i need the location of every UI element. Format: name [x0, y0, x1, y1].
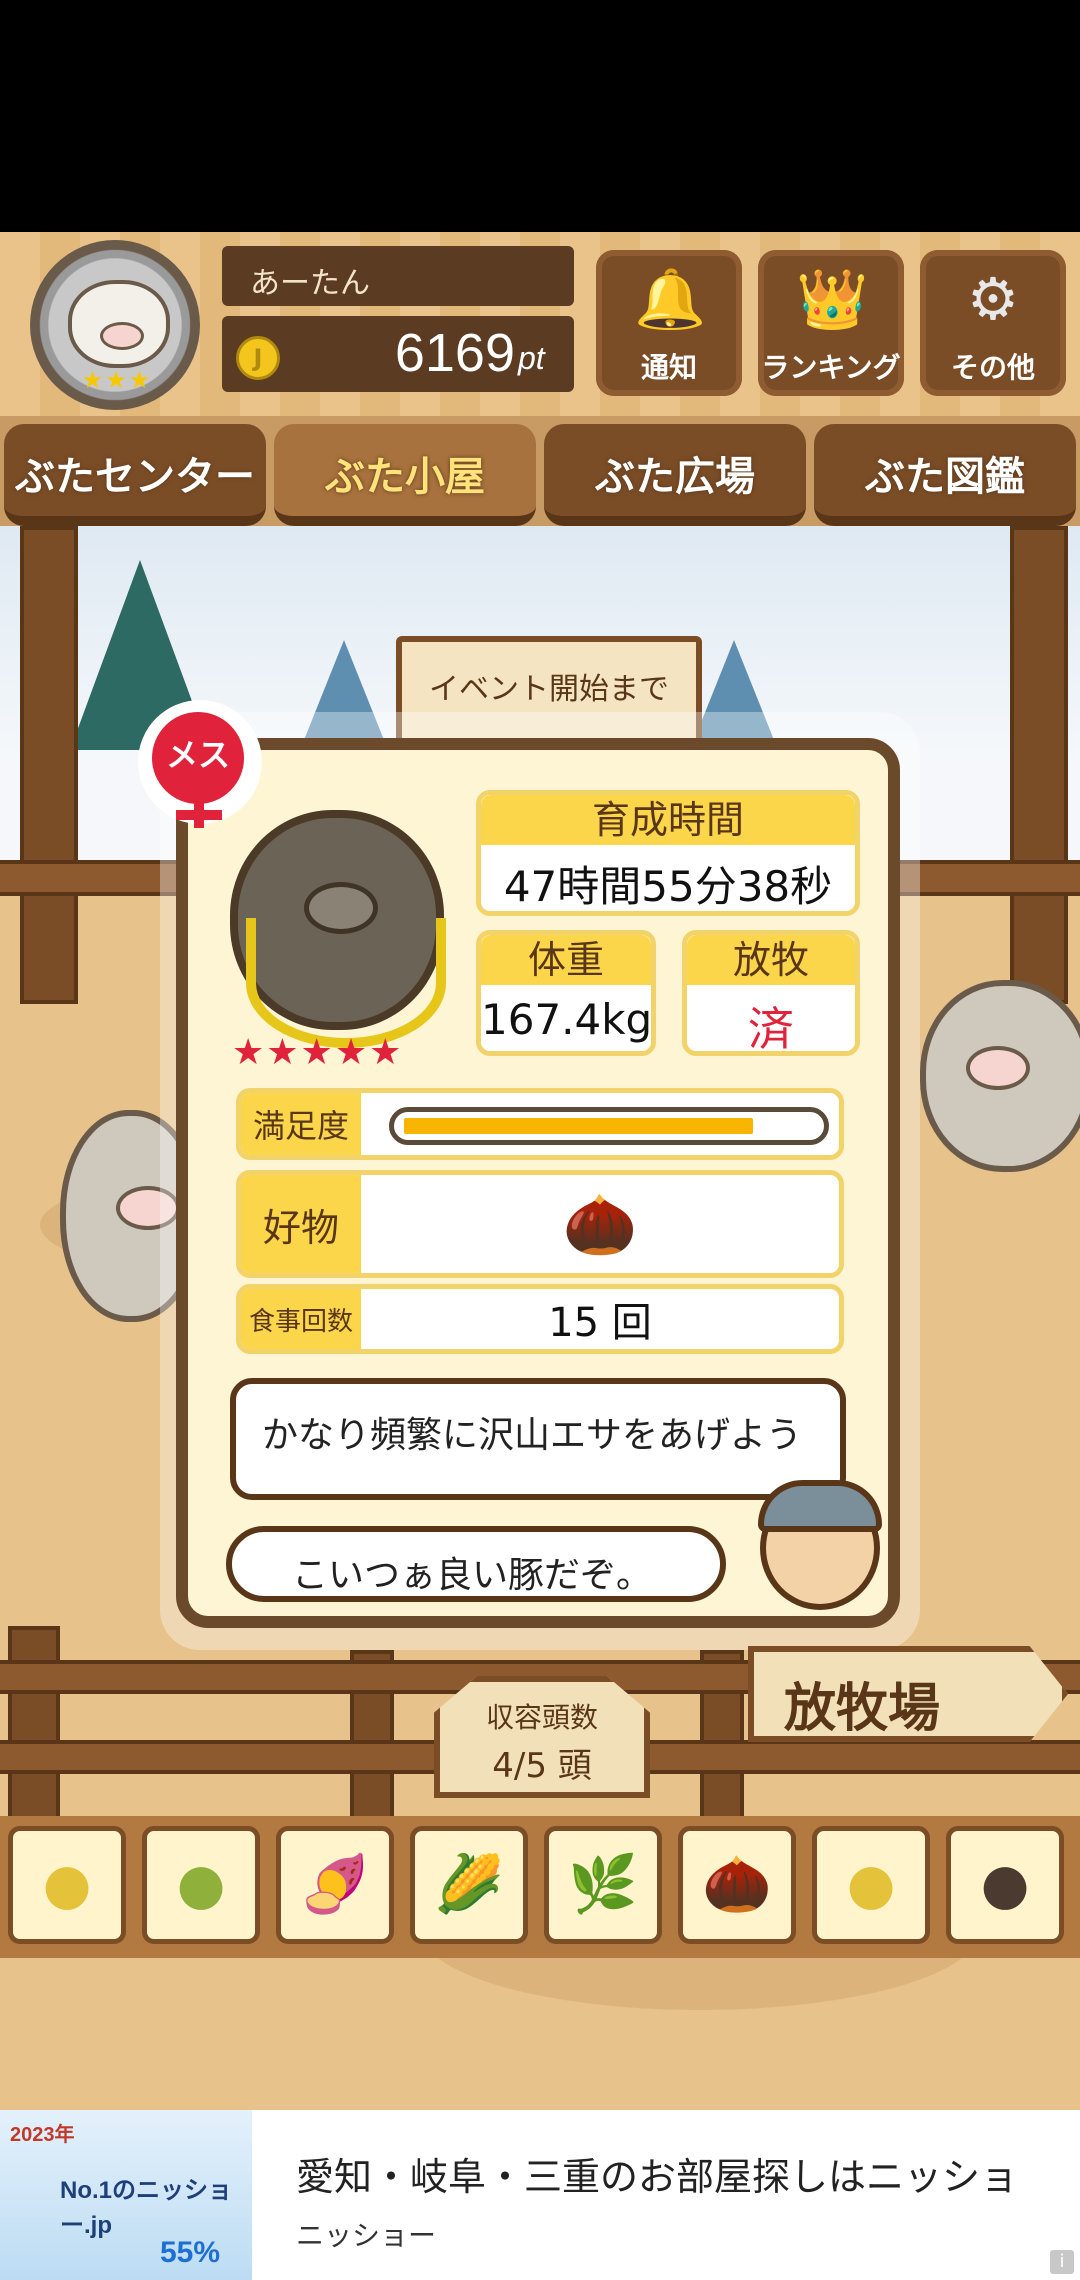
soybeans-icon: ● — [42, 1852, 92, 1917]
tab-label: ぶた広場 — [595, 454, 755, 500]
ranking-button[interactable]: 👑 ランキング — [758, 250, 904, 396]
farmer-avatar-icon — [758, 1480, 882, 1610]
fence-post — [8, 1626, 60, 1824]
ad-thumb-brand: No.1のニッショー.jp — [60, 2177, 233, 2239]
satisfaction-meter — [389, 1107, 829, 1145]
ribbon-icon — [246, 918, 446, 1048]
tab-buta-encyclopedia[interactable]: ぶた図鑑 — [814, 424, 1076, 526]
crown-icon: 👑 — [796, 265, 869, 333]
corn-icon: 🌽 — [434, 1852, 504, 1917]
food-slot-soybeans[interactable]: ● — [8, 1826, 126, 1944]
ad-title[interactable]: 愛知・岐阜・三重のお部屋探しはニッショ — [296, 2146, 1018, 2201]
mixed-beans-icon: ● — [176, 1852, 226, 1917]
food-slot-pellets[interactable]: ● — [946, 1826, 1064, 1944]
food-slot-nuts[interactable]: 🌿 — [544, 1826, 662, 1944]
grazing-field-button[interactable]: 放牧場 — [748, 1646, 1068, 1742]
points-unit: pt — [518, 340, 545, 376]
background-pig[interactable] — [920, 980, 1080, 1172]
weight-panel: 体重 167.4kg — [476, 930, 656, 1056]
avatar[interactable]: ★★★ — [30, 240, 200, 410]
female-icon: メス — [138, 700, 262, 828]
pig-face-icon — [68, 280, 170, 368]
ad-thumb-discount: 55% — [160, 2236, 221, 2269]
snout-icon — [304, 882, 378, 934]
food-slot-corn-bowl[interactable]: ● — [812, 1826, 930, 1944]
grazing-label: 放牧 — [687, 935, 855, 985]
tab-buta-hut[interactable]: ぶた小屋 — [274, 424, 536, 526]
player-name: あーたん — [250, 266, 370, 301]
acorn-icon: 🌰 — [702, 1852, 772, 1917]
advice-text: かなり頻繁に沢山エサをあげよう — [262, 1415, 803, 1456]
ad-thumbnail[interactable]: 2023年 No.1のニッショー.jp 55% — [0, 2110, 252, 2280]
ad-subtitle: ニッショー — [296, 2219, 437, 2252]
snout-icon — [966, 1046, 1030, 1090]
gender-label: メス — [165, 736, 230, 774]
snout-icon — [100, 322, 144, 350]
growth-time-label: 育成時間 — [481, 795, 855, 845]
pig-rating-stars: ★★★★★ — [232, 1032, 404, 1073]
dark-pellets-icon: ● — [980, 1852, 1030, 1917]
ad-thumb-year: 2023年 — [10, 2124, 75, 2146]
event-sign-text: イベント開始まで — [429, 672, 669, 707]
growth-time-panel: 育成時間 47時間55分38秒 — [476, 790, 860, 916]
bell-icon: 🔔 — [634, 265, 707, 333]
capacity-label: 収容頭数 — [485, 1701, 598, 1734]
satisfaction-row: 満足度 — [236, 1088, 844, 1160]
notification-button[interactable]: 🔔 通知 — [596, 250, 742, 396]
satisfaction-meter-fill — [404, 1118, 753, 1134]
comment-bubble: こいつぁ良い豚だぞ。 — [226, 1526, 726, 1602]
weight-value: 167.4kg — [481, 995, 653, 1044]
coin-icon: J — [236, 336, 280, 380]
meal-count-value: 15 回 — [548, 1300, 652, 1346]
gear-icon: ⚙ — [967, 265, 1019, 333]
tab-buta-plaza[interactable]: ぶた広場 — [544, 424, 806, 526]
food-slot-acorn[interactable]: 🌰 — [678, 1826, 796, 1944]
weight-label: 体重 — [481, 935, 651, 985]
tab-label: ぶた図鑑 — [865, 454, 1025, 500]
growth-time-value: 47時間55分38秒 — [503, 862, 833, 911]
fence-post — [1010, 526, 1068, 1004]
tab-label: ぶた小屋 — [325, 454, 485, 500]
fence-post — [20, 526, 78, 1004]
player-name-box: あーたん — [222, 246, 574, 306]
advice-bubble: かなり頻繁に沢山エサをあげよう — [230, 1378, 846, 1500]
favorite-food-row: 好物 🌰 — [236, 1170, 844, 1278]
food-slot-mixed-beans[interactable]: ● — [142, 1826, 260, 1944]
meal-count-row: 食事回数 15 回 — [236, 1284, 844, 1354]
rank-stars: ★★★ — [81, 366, 153, 394]
meal-count-label: 食事回数 — [241, 1289, 361, 1349]
favorite-label: 好物 — [241, 1175, 361, 1273]
comment-text: こいつぁ良い豚だぞ。 — [292, 1555, 653, 1596]
other-label: その他 — [950, 351, 1035, 384]
info-icon[interactable]: i — [1050, 2250, 1074, 2274]
notification-label: 通知 — [640, 351, 697, 384]
acorn-icon: 🌰 — [562, 1189, 638, 1260]
tab-label: ぶたセンター — [15, 454, 255, 500]
capacity-sign: 収容頭数 4/5 頭 — [434, 1676, 650, 1798]
points-value: 6169 — [394, 323, 515, 383]
other-button[interactable]: ⚙ その他 — [920, 250, 1066, 396]
sweet-potato-icon: 🍠 — [300, 1852, 370, 1917]
tab-buta-center[interactable]: ぶたセンター — [4, 424, 266, 526]
food-slot-sweet-potato[interactable]: 🍠 — [276, 1826, 394, 1944]
farmer-cap-icon — [758, 1480, 882, 1532]
food-slot-corn[interactable]: 🌽 — [410, 1826, 528, 1944]
pig-portrait — [230, 810, 446, 1048]
grazing-value: 済 — [748, 1002, 794, 1056]
status-bar-area — [0, 0, 1080, 232]
female-symbol-cross — [176, 810, 222, 820]
corn-bowl-icon: ● — [846, 1852, 896, 1917]
ranking-label: ランキング — [761, 351, 901, 384]
grazing-panel: 放牧 済 — [682, 930, 860, 1056]
nuts-leaves-icon: 🌿 — [568, 1852, 638, 1917]
satisfaction-label: 満足度 — [241, 1093, 361, 1155]
capacity-value: 4/5 頭 — [492, 1746, 592, 1786]
grazing-field-label: 放牧場 — [784, 1679, 941, 1739]
female-badge-ring: メス — [152, 712, 244, 804]
